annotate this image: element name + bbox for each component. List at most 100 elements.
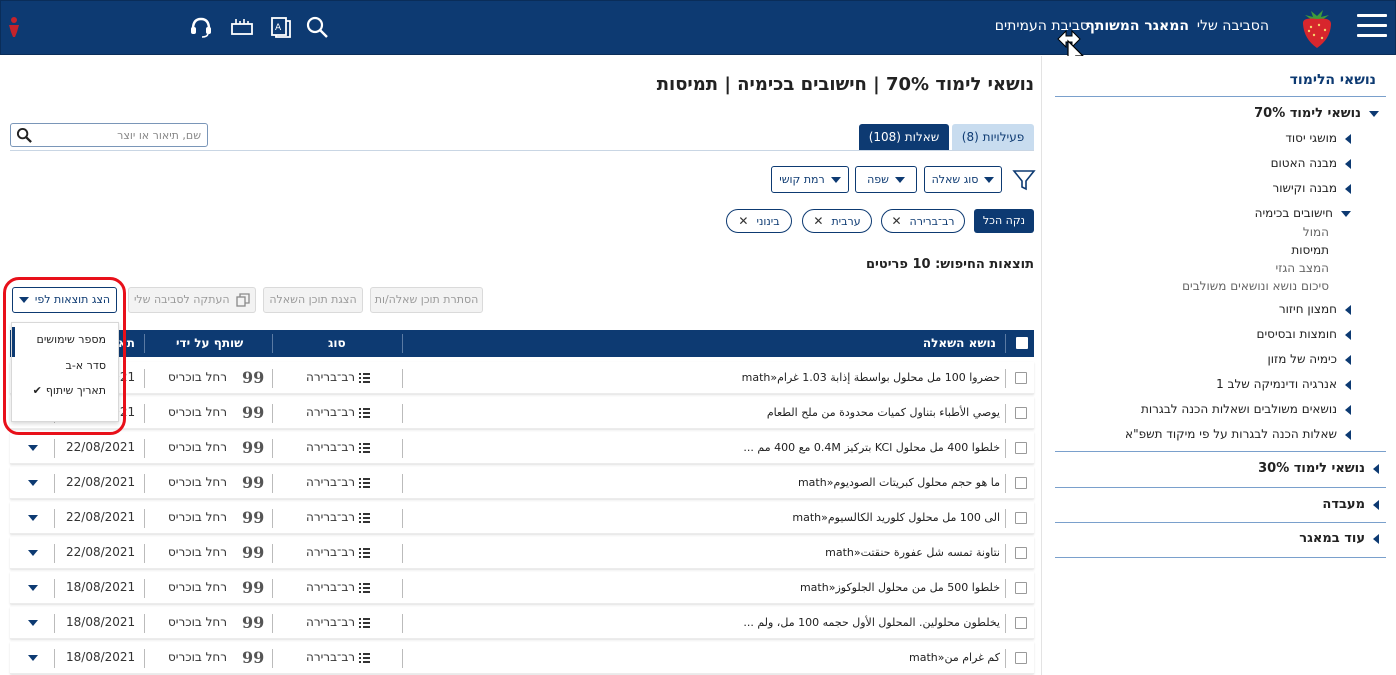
col-header-date[interactable]: תא xyxy=(118,336,135,350)
sidebar-item-combined-topics[interactable]: נושאים משולבים ושאלות הכנה לבגרות xyxy=(1141,402,1351,416)
expand-row-icon[interactable] xyxy=(28,620,38,626)
shared-by-name[interactable]: רחל בוכריס xyxy=(168,615,227,629)
table-row[interactable]: الى 100 مل محلول كلوريد الكالسيوم«math רב… xyxy=(10,502,1034,534)
chip-arabic[interactable]: ✕ ערבית xyxy=(802,209,872,233)
quote-icon: 99 xyxy=(242,473,265,492)
strawberry-logo-icon[interactable] xyxy=(1297,5,1337,51)
book-translate-icon[interactable]: A xyxy=(269,15,293,39)
sidebar-item-lab[interactable]: מעבדה xyxy=(1322,497,1379,512)
close-icon[interactable]: ✕ xyxy=(738,214,748,228)
sidebar-item-basic-concepts[interactable]: מושגי יסוד xyxy=(1285,131,1351,145)
sidebar-item-chemistry-calculations[interactable]: חישובים בכימיה xyxy=(1255,206,1351,220)
table-row[interactable]: يوصي الأطباء بتناول كميات محدودة من ملح … xyxy=(10,397,1034,429)
row-checkbox[interactable] xyxy=(1015,407,1027,419)
hide-content-button[interactable]: הסתרת תוכן שאלה/ות xyxy=(370,287,483,313)
col-header-type[interactable]: סוג xyxy=(328,336,346,350)
nav-my-environment[interactable]: הסביבה שלי xyxy=(1197,18,1269,34)
copy-to-my-env-button[interactable]: העתקה לסביבה שלי xyxy=(128,287,256,313)
chip-medium[interactable]: ✕ בינוני xyxy=(726,209,792,233)
filter-difficulty[interactable]: רמת קושי xyxy=(771,166,849,193)
headset-support-icon[interactable] xyxy=(189,15,213,39)
sidebar-subitem-summary[interactable]: סיכום נושא ונושאים משולבים xyxy=(1182,279,1329,293)
row-checkbox[interactable] xyxy=(1015,512,1027,524)
select-all-checkbox[interactable] xyxy=(1016,337,1028,349)
question-title[interactable]: يوصي الأطباء بتناول كميات محدودة من ملح … xyxy=(767,406,1000,419)
row-checkbox[interactable] xyxy=(1015,652,1027,664)
close-icon[interactable]: ✕ xyxy=(813,214,823,228)
shared-by-name[interactable]: רחל בוכריס xyxy=(168,510,227,524)
question-title[interactable]: حضروا 100 مل محلول بواسطة إذابة 1.03 غرا… xyxy=(742,371,1000,384)
search-icon[interactable] xyxy=(16,127,33,144)
hamburger-menu-icon[interactable] xyxy=(1357,14,1387,40)
sidebar-item-food-chemistry[interactable]: כימיה של מזון xyxy=(1268,352,1351,366)
row-checkbox[interactable] xyxy=(1015,547,1027,559)
expand-row-icon[interactable] xyxy=(28,480,38,486)
row-checkbox[interactable] xyxy=(1015,617,1027,629)
sort-option-usage-count[interactable]: מספר שימושים xyxy=(37,333,106,346)
sidebar-subitem-mole[interactable]: המול xyxy=(1303,225,1329,239)
tab-activities[interactable]: פעילויות (8) xyxy=(952,124,1034,150)
column-separator xyxy=(272,439,273,458)
shared-by-name[interactable]: רחל בוכריס xyxy=(168,580,227,594)
question-title[interactable]: كم غرام من«math xyxy=(909,651,1000,664)
sidebar-item-more[interactable]: עוד במאגר xyxy=(1299,531,1379,546)
expand-row-icon[interactable] xyxy=(28,445,38,451)
expand-row-icon[interactable] xyxy=(28,655,38,661)
search-input[interactable] xyxy=(41,127,201,143)
shared-by-name[interactable]: רחל בוכריס xyxy=(168,405,227,419)
tab-questions[interactable]: שאלות (108) xyxy=(859,124,949,150)
sidebar-item-structure-bonding[interactable]: מבנה וקישור xyxy=(1272,181,1351,195)
question-title[interactable]: نتاونة تمسه شل عفورة حنقتت«math xyxy=(825,546,1000,559)
sidebar-subitem-gas-state[interactable]: המצב הגזי xyxy=(1276,261,1329,275)
ruler-icon[interactable] xyxy=(230,15,254,39)
shared-by-name[interactable]: רחל בוכריס xyxy=(168,545,227,559)
table-row[interactable]: ما هو حجم محلول كبريتات الصوديوم«math רב־… xyxy=(10,467,1034,499)
table-row[interactable]: نتاونة تمسه شل عفورة حنقتت«math רב־ברירה 9… xyxy=(10,537,1034,569)
sidebar-item-energy-dynamics[interactable]: אנרגיה ודינמיקה שלב 1 xyxy=(1216,377,1351,391)
sidebar-subitem-solutions[interactable]: תמיסות xyxy=(1291,243,1329,257)
table-row[interactable]: كم غرام من«math רב־ברירה 99 רחל בוכריס 18/08… xyxy=(10,642,1034,674)
show-content-button[interactable]: הצגת תוכן השאלה xyxy=(263,287,363,313)
table-row[interactable]: خلطوا 400 مل محلول KCl بتركيز 0.4M مع 40… xyxy=(10,432,1034,464)
question-title[interactable]: خلطوا 400 مل محلول KCl بتركيز 0.4M مع 40… xyxy=(743,441,1000,454)
search-box[interactable] xyxy=(10,123,208,147)
table-row[interactable]: يخلطون محلولين. المحلول الأول حجمه 100 م… xyxy=(10,607,1034,639)
sidebar-item-redox[interactable]: חמצון חיזור xyxy=(1279,302,1351,316)
nav-shared-repository[interactable]: המאגר המשותף xyxy=(1085,18,1189,34)
shared-by-name[interactable]: רחל בוכריס xyxy=(168,370,227,384)
expand-row-icon[interactable] xyxy=(28,550,38,556)
sort-option-share-date[interactable]: ✔ תאריך שיתוף xyxy=(33,384,106,397)
table-row[interactable]: خلطوا 500 مل من محلول الجلوكوز«math רב־בר… xyxy=(10,572,1034,604)
question-title[interactable]: ما هو حجم محلول كبريتات الصوديوم«math xyxy=(798,476,1000,489)
sidebar-item-exam-prep[interactable]: שאלות הכנה לבגרות על פי מיקוד תשפ"א xyxy=(1125,427,1351,441)
question-title[interactable]: يخلطون محلولين. المحلول الأول حجمه 100 م… xyxy=(743,616,1000,629)
row-checkbox[interactable] xyxy=(1015,582,1027,594)
person-figure-icon[interactable] xyxy=(5,15,23,39)
row-checkbox[interactable] xyxy=(1015,442,1027,454)
filter-funnel-icon[interactable] xyxy=(1012,168,1036,192)
sort-results-button[interactable]: הצג תוצאות לפי xyxy=(12,287,117,313)
sidebar-item-acids-bases[interactable]: חומצות ובסיסים xyxy=(1257,327,1351,341)
sort-option-alphabetical[interactable]: סדר א-ב xyxy=(65,359,106,372)
col-header-shared-by[interactable]: שותף על ידי xyxy=(176,336,243,350)
expand-row-icon[interactable] xyxy=(28,515,38,521)
col-header-question[interactable]: נושא השאלה xyxy=(923,336,996,350)
question-title[interactable]: خلطوا 500 مل من محلول الجلوكوز«math xyxy=(800,581,1000,594)
search-icon[interactable] xyxy=(305,15,329,39)
clear-all-button[interactable]: נקה הכל xyxy=(974,209,1034,233)
row-checkbox[interactable] xyxy=(1015,477,1027,489)
sidebar-item-topics-30[interactable]: נושאי לימוד 30% xyxy=(1258,461,1379,476)
sidebar-item-topics-70[interactable]: נושאי לימוד 70% xyxy=(1254,106,1379,121)
sidebar-item-atom-structure[interactable]: מבנה האטום xyxy=(1271,156,1351,170)
filter-question-type[interactable]: סוג שאלה xyxy=(924,166,1002,193)
table-row[interactable]: حضروا 100 مل محلول بواسطة إذابة 1.03 غرا… xyxy=(10,362,1034,394)
chip-multiple-choice[interactable]: ✕ רב־ברירה xyxy=(881,209,965,233)
question-title[interactable]: الى 100 مل محلول كلوريد الكالسيوم«math xyxy=(792,511,1000,524)
close-icon[interactable]: ✕ xyxy=(891,214,901,228)
shared-by-name[interactable]: רחל בוכריס xyxy=(168,475,227,489)
filter-language[interactable]: שפה xyxy=(855,166,917,193)
expand-row-icon[interactable] xyxy=(28,585,38,591)
row-checkbox[interactable] xyxy=(1015,372,1027,384)
shared-by-name[interactable]: רחל בוכריס xyxy=(168,650,227,664)
shared-by-name[interactable]: רחל בוכריס xyxy=(168,440,227,454)
